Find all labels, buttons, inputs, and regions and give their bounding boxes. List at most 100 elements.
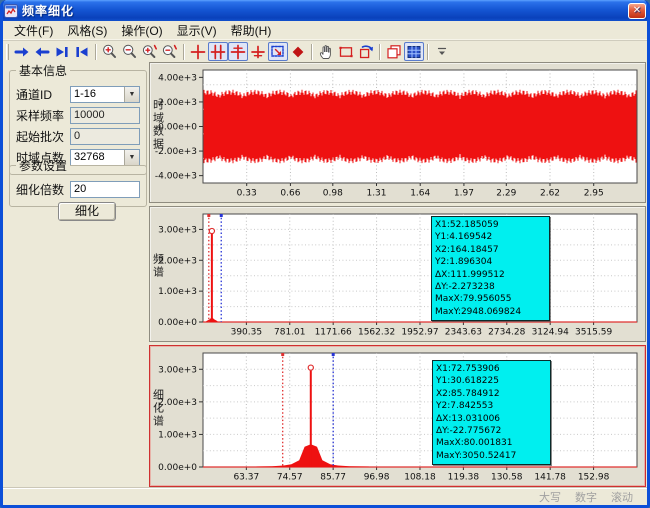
svg-text:-4.00e+3: -4.00e+3 [155, 172, 197, 182]
copy-view-button[interactable] [384, 42, 404, 61]
nav-forward-icon [13, 43, 31, 61]
svg-text:1.00e+3: 1.00e+3 [158, 430, 197, 440]
svg-text:1.00e+3: 1.00e+3 [158, 287, 197, 297]
svg-text:3.00e+3: 3.00e+3 [158, 225, 197, 235]
pan-hand-button[interactable] [316, 42, 336, 61]
caps-indicator: 大写 [539, 489, 561, 505]
svg-text:2.00e+3: 2.00e+3 [158, 98, 197, 108]
zoom-out-icon [121, 43, 139, 61]
menu-display[interactable]: 显示(V) [170, 20, 224, 41]
chart-column: 时域数据 0.330.660.981.311.641.972.292.622.9… [149, 62, 646, 487]
infobox-line: MaxX:79.956055 [435, 293, 546, 305]
infobox-line: ΔX:111.999512 [435, 269, 546, 281]
cursor-single-button[interactable] [188, 42, 208, 61]
start-batch-field[interactable] [70, 128, 140, 145]
grid-view-icon [405, 43, 423, 61]
skip-start-button[interactable] [72, 42, 92, 61]
scroll-indicator: 滚动 [611, 489, 633, 505]
cursor-double-button[interactable] [208, 42, 228, 61]
chevron-down-icon[interactable]: ▼ [124, 87, 139, 102]
toolbar-gripper[interactable] [6, 44, 9, 60]
menu-operate[interactable]: 操作(O) [114, 20, 169, 41]
svg-text:74.57: 74.57 [277, 473, 303, 483]
zoom-out-restore-button[interactable] [160, 42, 180, 61]
skip-start-icon [73, 43, 91, 61]
rotate-view-button[interactable] [356, 42, 376, 61]
menu-style[interactable]: 风格(S) [60, 20, 114, 41]
cursor-track-button[interactable] [228, 42, 248, 61]
status-bar: 大写 数字 滚动 [3, 487, 647, 505]
grid-view-button[interactable] [404, 42, 424, 61]
zoom-window-icon [269, 43, 287, 61]
zoom-out-restore-icon [161, 43, 179, 61]
zoom-factor-input[interactable] [70, 181, 140, 198]
channel-id-label: 通道ID [16, 86, 70, 103]
svg-text:2.95: 2.95 [584, 189, 604, 199]
num-indicator: 数字 [575, 489, 597, 505]
svg-text:1.97: 1.97 [454, 189, 474, 199]
menu-file[interactable]: 文件(F) [7, 20, 60, 41]
svg-text:85.77: 85.77 [320, 473, 346, 483]
toolbar-more-button[interactable] [432, 42, 452, 61]
param-group: 参数设置 细化倍数 [9, 157, 147, 207]
infobox-line: X1:72.753906 [436, 363, 547, 375]
svg-text:2.62: 2.62 [540, 189, 560, 199]
time-domain-plot[interactable]: 0.330.660.981.311.641.972.292.622.954.00… [151, 64, 644, 201]
svg-text:1562.32: 1562.32 [358, 328, 395, 338]
pan-hand-icon [317, 43, 335, 61]
svg-text:119.38: 119.38 [448, 473, 480, 483]
main-area: 基本信息 通道ID 1-16 ▼ 采样频率 起始批次 时域 [3, 62, 647, 487]
svg-text:0.00e+0: 0.00e+0 [158, 463, 197, 473]
skip-end-button[interactable] [52, 42, 72, 61]
sample-rate-label: 采样频率 [16, 107, 70, 124]
svg-text:4.00e+3: 4.00e+3 [158, 73, 197, 83]
toolbar [3, 40, 647, 62]
infobox-line: ΔX:13.031006 [436, 413, 547, 425]
menu-help[interactable]: 帮助(H) [224, 20, 279, 41]
infobox-line: Y1:4.169542 [435, 231, 546, 243]
refined-spectrum-chart-panel: 细化谱 63.3774.5785.7796.98108.18119.38130.… [149, 345, 646, 487]
cursor-track-icon [229, 43, 247, 61]
app-window: 频率细化 ✕ 文件(F) 风格(S) 操作(O) 显示(V) 帮助(H) 基本信… [0, 0, 650, 508]
param-legend: 参数设置 [16, 157, 70, 174]
toolbar-separator [379, 44, 381, 60]
sample-rate-field[interactable] [70, 107, 140, 124]
svg-text:2.29: 2.29 [496, 189, 516, 199]
cursor-harmonic-icon [249, 43, 267, 61]
skip-end-icon [53, 43, 71, 61]
cursor-harmonic-button[interactable] [248, 42, 268, 61]
svg-text:1.31: 1.31 [366, 189, 386, 199]
marker-diamond-button[interactable] [288, 42, 308, 61]
svg-text:141.78: 141.78 [534, 473, 566, 483]
select-region-button[interactable] [336, 42, 356, 61]
svg-text:-2.00e+3: -2.00e+3 [155, 147, 197, 157]
zoom-in-icon [101, 43, 119, 61]
zoom-out-button[interactable] [120, 42, 140, 61]
refine-button[interactable]: 细化 [58, 202, 116, 221]
zoom-in-button[interactable] [100, 42, 120, 61]
svg-text:1952.97: 1952.97 [401, 328, 438, 338]
infobox-line: MaxY:2948.069824 [435, 306, 546, 318]
svg-text:63.37: 63.37 [233, 473, 259, 483]
svg-text:0.00e+0: 0.00e+0 [158, 123, 197, 133]
svg-text:2343.63: 2343.63 [445, 328, 482, 338]
infobox-line: Y2:1.896304 [435, 256, 546, 268]
toolbar-separator [427, 44, 429, 60]
nav-forward-button[interactable] [12, 42, 32, 61]
copy-view-icon [385, 43, 403, 61]
toolbar-separator [95, 44, 97, 60]
refined-spectrum-plot[interactable]: 63.3774.5785.7796.98108.18119.38130.5814… [151, 347, 644, 485]
window-title: 频率细化 [22, 2, 624, 19]
title-bar: 频率细化 ✕ [0, 0, 650, 21]
close-button[interactable]: ✕ [628, 3, 646, 19]
select-region-icon [337, 43, 355, 61]
zoom-in-restore-button[interactable] [140, 42, 160, 61]
channel-id-combo[interactable]: 1-16 ▼ [70, 86, 140, 103]
zoom-in-restore-icon [141, 43, 159, 61]
spectrum-chart-panel: 频谱 390.35781.011171.661562.321952.972343… [149, 206, 646, 342]
svg-text:2.00e+3: 2.00e+3 [158, 398, 197, 408]
spectrum-plot[interactable]: 390.35781.011171.661562.321952.972343.63… [151, 208, 644, 340]
nav-back-button[interactable] [32, 42, 52, 61]
svg-text:1171.66: 1171.66 [315, 328, 352, 338]
zoom-window-button[interactable] [268, 42, 288, 61]
